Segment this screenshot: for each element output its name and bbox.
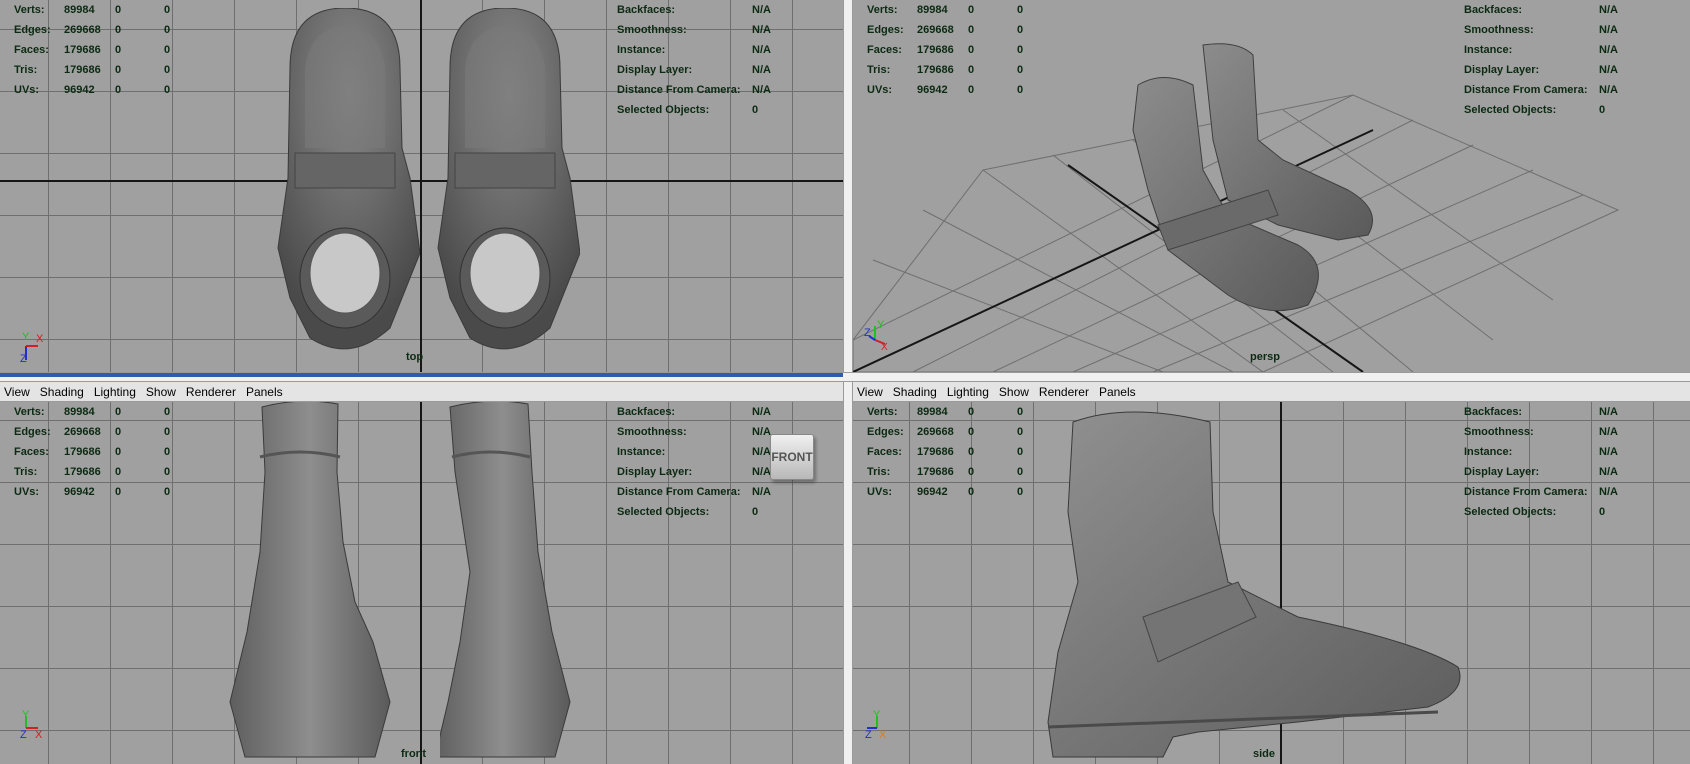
menu-lighting[interactable]: Lighting — [947, 385, 989, 399]
axis-gizmo-icon: Y X Z — [864, 319, 888, 353]
axis-gizmo-icon: Y X Z — [20, 331, 44, 365]
svg-text:Y: Y — [877, 319, 885, 331]
svg-text:Y: Y — [22, 331, 30, 343]
camera-label-top: top — [406, 351, 424, 363]
menu-renderer[interactable]: Renderer — [186, 385, 236, 399]
pane-divider-vertical[interactable] — [843, 0, 853, 764]
menu-view[interactable]: View — [4, 385, 30, 399]
camera-label-front: front — [401, 748, 427, 760]
menu-panels[interactable]: Panels — [246, 385, 283, 399]
grid-axis-vertical — [420, 402, 422, 764]
svg-text:X: X — [36, 333, 44, 345]
boots-perspective-view — [1132, 43, 1373, 312]
viewport-canvas[interactable]: Verts: 89984 0 0 Edges: 269668 0 0 Faces: 17968… — [853, 402, 1690, 764]
menu-renderer[interactable]: Renderer — [1039, 385, 1089, 399]
camera-label-side: side — [1253, 748, 1276, 760]
svg-text:X: X — [879, 729, 887, 741]
svg-text:Z: Z — [20, 353, 27, 365]
grid-axis-vertical — [420, 0, 422, 372]
boot-side-view — [1047, 411, 1461, 758]
active-pane-indicator — [0, 373, 843, 377]
boot-right-front-view — [440, 402, 571, 758]
panel-menubar: View Shading Lighting Show Renderer Pane… — [853, 382, 1690, 402]
view-cube-front[interactable]: FRONT — [770, 434, 814, 480]
menu-shading[interactable]: Shading — [893, 385, 937, 399]
boot-left-front-view — [229, 402, 391, 758]
viewport-top[interactable]: Verts: 89984 0 0 Edges: 269668 0 0 Faces: 17968… — [0, 0, 843, 372]
axis-gizmo-icon: Y X Z — [20, 709, 43, 741]
menu-view[interactable]: View — [857, 385, 883, 399]
svg-text:Z: Z — [864, 327, 871, 339]
viewport-canvas[interactable]: Verts: 89984 0 0 Edges: 269668 0 0 Faces: 17968… — [0, 402, 843, 764]
svg-text:Y: Y — [22, 709, 30, 721]
axis-gizmo-icon: Y Z X — [865, 709, 887, 741]
pane-divider-horizontal[interactable] — [0, 372, 1690, 382]
menu-panels[interactable]: Panels — [1099, 385, 1136, 399]
viewport-front[interactable]: View Shading Lighting Show Renderer Pane… — [0, 382, 843, 764]
svg-text:Z: Z — [20, 729, 27, 741]
svg-text:Z: Z — [865, 729, 872, 741]
viewport-side[interactable]: View Shading Lighting Show Renderer Pane… — [853, 382, 1690, 764]
menu-shading[interactable]: Shading — [40, 385, 84, 399]
menu-lighting[interactable]: Lighting — [94, 385, 136, 399]
viewport-persp[interactable]: Verts: 89984 0 0 Edges: 269668 0 0 Faces: 17968… — [853, 0, 1690, 372]
boot-right-top-view — [437, 8, 580, 350]
menu-show[interactable]: Show — [999, 385, 1029, 399]
menu-show[interactable]: Show — [146, 385, 176, 399]
svg-text:Y: Y — [873, 709, 881, 721]
svg-text:X: X — [881, 342, 888, 353]
camera-label-persp: persp — [1250, 351, 1280, 363]
svg-text:X: X — [35, 729, 43, 741]
panel-menubar: View Shading Lighting Show Renderer Pane… — [0, 382, 843, 402]
boot-left-top-view — [277, 8, 420, 350]
